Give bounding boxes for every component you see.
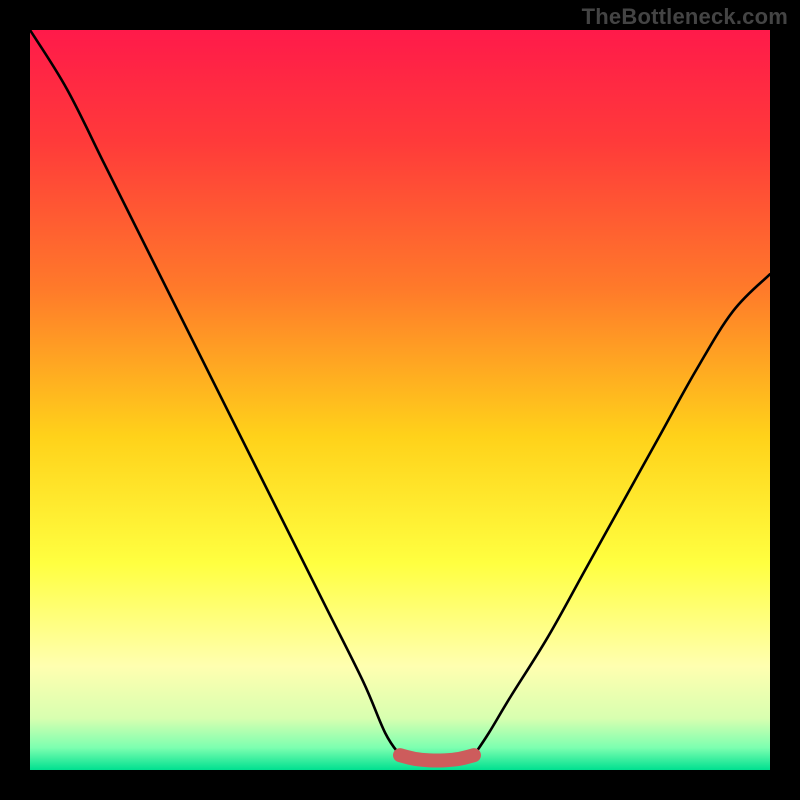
chart-background (30, 30, 770, 770)
plot-area (30, 30, 770, 770)
chart-frame: TheBottleneck.com (0, 0, 800, 800)
chart-svg (30, 30, 770, 770)
watermark-text: TheBottleneck.com (582, 4, 788, 30)
flat-region-marker (400, 755, 474, 760)
